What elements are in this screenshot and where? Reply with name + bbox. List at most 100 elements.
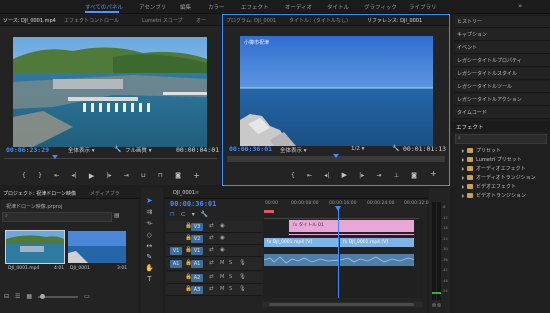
microphone-icon[interactable]: 🎙 — [239, 286, 246, 292]
panel-legacy-title-properties[interactable]: レガシータイトルプロパティ — [455, 55, 550, 67]
tab-lumetri-scopes[interactable]: Lumetri スコープ — [142, 17, 183, 24]
track-label-a2[interactable]: A2 — [191, 274, 203, 282]
icon-view-icon[interactable]: ▦ — [26, 293, 32, 300]
effects-item-video-transitions[interactable]: ビデオトランジション — [462, 192, 526, 199]
add-marker-icon[interactable]: ▾ — [192, 211, 195, 218]
workspace-tab-effects[interactable]: エフェクト — [241, 3, 269, 11]
tab-media-browser[interactable]: メディアブラ — [90, 190, 120, 197]
add-button-icon[interactable]: + — [193, 171, 200, 180]
export-frame-icon[interactable]: ◙ — [411, 172, 417, 179]
razor-tool-icon[interactable]: ◇ — [147, 231, 152, 239]
add-button-icon[interactable]: + — [430, 169, 437, 178]
program-fit-dropdown[interactable]: 全体表示 ▾ — [280, 146, 307, 154]
mute-button[interactable]: M — [220, 286, 224, 292]
effects-item-video-effects[interactable]: ビデオエフェクト — [462, 183, 516, 190]
tab-sequence[interactable]: DJI_0001 — [173, 190, 195, 196]
lock-icon[interactable]: ⊟ — [4, 293, 9, 300]
sync-lock-icon[interactable]: ⇄ — [209, 286, 214, 292]
title-clip[interactable]: fx タイトル 01 — [288, 219, 415, 233]
expand-arrow-icon[interactable] — [462, 184, 464, 189]
panel-captions[interactable]: キャプション — [455, 29, 550, 41]
title-clip-tail[interactable] — [288, 233, 415, 236]
expand-arrow-icon[interactable] — [462, 148, 464, 153]
new-bin-icon[interactable]: ▤ — [114, 212, 120, 219]
audio-clip-2[interactable] — [339, 253, 415, 267]
play-icon[interactable]: ▶ — [342, 171, 347, 179]
tab-reference[interactable]: リファレンス: DJI_0001 — [367, 17, 422, 24]
step-back-icon[interactable]: ◂| — [72, 172, 77, 179]
workspace-tab-libraries[interactable]: ライブラリ — [409, 3, 437, 11]
eye-icon[interactable]: ◉ — [220, 247, 225, 253]
in-out-range-bar[interactable] — [264, 210, 274, 213]
slip-tool-icon[interactable]: ↔ — [146, 242, 152, 250]
hand-tool-icon[interactable]: ✋ — [145, 264, 154, 272]
effects-item-audio-transitions[interactable]: オーディオトランジション — [462, 174, 536, 181]
track-label-v1[interactable]: V1 — [191, 247, 203, 255]
sync-lock-icon[interactable]: ⇄ — [209, 235, 214, 241]
linked-selection-icon[interactable]: ⊂ — [181, 211, 186, 218]
timeline-playhead[interactable] — [338, 206, 339, 298]
selection-tool-icon[interactable]: ➤ — [146, 196, 153, 205]
step-forward-icon[interactable]: |▸ — [107, 172, 112, 179]
sync-lock-icon[interactable]: ⇄ — [209, 260, 214, 266]
source-playhead[interactable] — [52, 155, 58, 159]
source-patch-a1[interactable]: A1 — [170, 260, 182, 268]
solo-right-button[interactable] — [437, 303, 441, 307]
scrollbar-thumb[interactable] — [269, 303, 414, 306]
effects-search-input[interactable]: ⌕ — [455, 134, 547, 144]
go-to-in-icon[interactable]: ⇤ — [307, 172, 312, 179]
clip-thumbnail-1[interactable] — [5, 230, 65, 264]
sync-lock-icon[interactable]: ⇄ — [209, 274, 214, 280]
solo-button[interactable]: S — [229, 260, 232, 266]
video-clip-1[interactable]: fx DJI_0001.mp4 [V] — [263, 237, 339, 248]
tab-effect-controls[interactable]: エフェクトコントロール — [64, 17, 119, 24]
effects-item-presets[interactable]: プリセット — [462, 147, 501, 154]
track-header-v3[interactable]: 🔒 V3 ⇄ ◉ — [167, 221, 263, 233]
track-header-a1[interactable]: A1 🔒 A1 ⇄ M S 🎙 — [167, 257, 263, 271]
wrench-icon[interactable]: 🔧 — [114, 146, 121, 153]
panel-history[interactable]: ヒストリー — [455, 16, 550, 28]
solo-left-button[interactable] — [432, 303, 436, 307]
expand-arrow-icon[interactable] — [462, 175, 464, 180]
play-icon[interactable]: ▶ — [89, 172, 94, 180]
go-to-out-icon[interactable]: ⇥ — [124, 172, 129, 179]
tab-source[interactable]: ソース: DJI_0001.mp4 — [3, 17, 56, 24]
tab-program[interactable]: プログラム: DJI_0001 — [226, 17, 276, 24]
snap-icon[interactable]: ⊓ — [170, 211, 175, 218]
source-timecode-current[interactable]: 00:06:23:29 — [6, 146, 49, 154]
mute-button[interactable]: M — [220, 260, 224, 266]
lift-icon[interactable]: ⊥ — [394, 172, 399, 179]
track-label-v2[interactable]: V2 — [191, 235, 203, 243]
tab-titler[interactable]: タイトル：(タイトルなし) — [289, 17, 348, 24]
type-tool-icon[interactable]: T — [147, 275, 151, 283]
track-header-v1[interactable]: V1 🔒 V1 ⇄ ◉ — [167, 245, 263, 257]
track-header-a3[interactable]: 🔒 A3 ⇄ M S 🎙 — [167, 284, 263, 296]
go-to-out-icon[interactable]: ⇥ — [376, 172, 381, 179]
workspace-tab-graphics[interactable]: グラフィック — [364, 3, 397, 11]
microphone-icon[interactable]: 🎙 — [239, 260, 246, 266]
timeline-timecode[interactable]: 00:00:36:01 — [170, 200, 216, 208]
timeline-scrollbar[interactable] — [263, 302, 423, 307]
solo-button[interactable]: S — [229, 286, 232, 292]
zoom-slider[interactable] — [38, 293, 79, 299]
program-timecode-current[interactable]: 00:00:36:01 — [229, 145, 272, 153]
step-back-icon[interactable]: ◂| — [324, 172, 329, 179]
solo-button[interactable]: S — [229, 274, 232, 280]
source-quality-dropdown[interactable]: フル画質 ▾ — [125, 146, 152, 154]
tab-project[interactable]: プロジェクト: 祝津ドローン映像 — [3, 190, 76, 197]
track-header-v2[interactable]: 🔒 V2 ⇄ ◉ — [167, 233, 263, 245]
program-resolution-dropdown[interactable]: 1/2 ▾ — [351, 146, 364, 152]
workspace-tab-audio[interactable]: オーディオ — [285, 3, 312, 11]
track-select-tool-icon[interactable]: ⇉ — [146, 208, 152, 216]
eye-icon[interactable]: ◉ — [220, 235, 225, 241]
pen-tool-icon[interactable]: ✎ — [146, 253, 152, 261]
workspace-tab-color[interactable]: カラー — [208, 3, 225, 11]
workspace-overflow-button[interactable]: » — [518, 2, 522, 10]
mark-in-icon[interactable]: { — [291, 172, 295, 179]
export-frame-icon[interactable]: ◙ — [175, 172, 181, 179]
insert-icon[interactable]: ⊔ — [141, 172, 146, 179]
clip-thumbnail-2[interactable] — [68, 231, 126, 263]
panel-events[interactable]: イベント — [455, 42, 550, 54]
mute-button[interactable]: M — [220, 274, 224, 280]
workspace-tab-all-panels[interactable]: すべてのパネル — [85, 3, 123, 11]
